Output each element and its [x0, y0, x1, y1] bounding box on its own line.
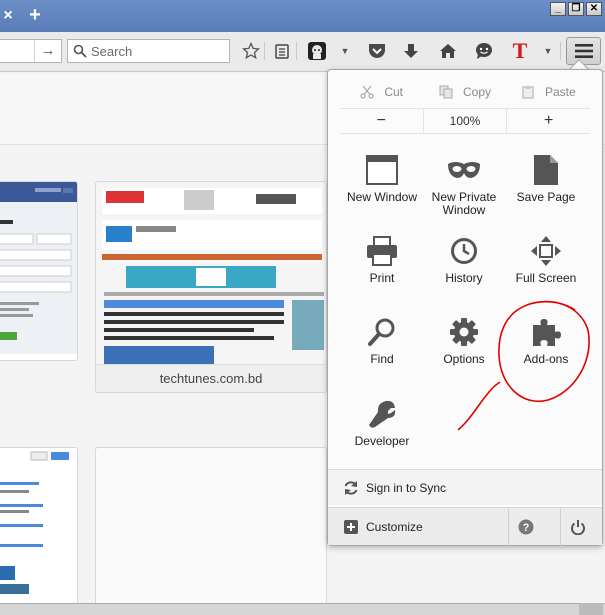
puzzle-icon	[528, 314, 564, 350]
paste-button[interactable]: Paste	[507, 79, 590, 105]
add-ons-label: Add-ons	[523, 352, 569, 366]
customize-button[interactable]: Customize	[328, 508, 500, 546]
new-tab-button[interactable]: +	[24, 4, 46, 26]
copy-icon	[439, 85, 453, 99]
chat-icon[interactable]	[473, 40, 495, 62]
window-controls: _ ❐ ✕	[550, 2, 602, 16]
clock-icon	[446, 233, 482, 269]
toolbar-separator	[560, 42, 561, 60]
print-button[interactable]: Print	[341, 227, 423, 305]
new-private-window-button[interactable]: New Private Window	[423, 146, 505, 224]
resize-grip[interactable]	[579, 603, 603, 615]
copy-label: Copy	[462, 85, 491, 99]
sync-icon	[344, 481, 358, 495]
cut-button[interactable]: Cut	[340, 79, 423, 105]
help-icon: ?	[518, 519, 533, 535]
magnifier-icon	[364, 314, 400, 350]
developer-label: Developer	[354, 434, 410, 448]
home-icon[interactable]	[437, 40, 459, 62]
search-bar[interactable]	[67, 39, 230, 63]
avatar-dropdown-icon[interactable]: ▼	[340, 40, 350, 62]
add-ons-button[interactable]: Add-ons	[505, 308, 587, 386]
zoom-out-button[interactable]: −	[340, 109, 423, 133]
customize-label: Customize	[366, 520, 423, 534]
minimize-button[interactable]: _	[550, 2, 566, 16]
printer-icon	[364, 233, 400, 269]
svg-text:?: ?	[522, 522, 529, 534]
close-window-button[interactable]: ✕	[586, 2, 602, 16]
paste-label: Paste	[544, 85, 576, 99]
wrench-icon	[364, 396, 400, 432]
fullscreen-icon	[528, 233, 564, 269]
text-tool-dropdown-icon[interactable]: ▼	[543, 40, 553, 62]
open-menu-button[interactable]	[566, 37, 601, 65]
quit-button[interactable]	[560, 508, 594, 546]
sign-in-to-sync-button[interactable]: Sign in to Sync	[328, 469, 602, 505]
scissors-icon	[360, 85, 374, 99]
plus-square-icon	[344, 520, 358, 534]
find-button[interactable]: Find	[341, 308, 423, 386]
bookmark-star-icon[interactable]	[240, 40, 262, 62]
new-window-label: New Window	[346, 190, 418, 204]
thumbnail-preview	[96, 182, 326, 366]
print-label: Print	[369, 271, 395, 285]
options-label: Options	[443, 352, 485, 366]
tab-strip: × + _ ❐ ✕	[0, 0, 605, 32]
hamburger-icon	[574, 44, 593, 58]
zoom-in-button[interactable]: +	[507, 109, 590, 133]
find-label: Find	[370, 352, 394, 366]
site-thumbnail[interactable]	[0, 181, 78, 361]
history-button[interactable]: History	[423, 227, 505, 305]
search-icon	[73, 44, 87, 58]
help-button[interactable]: ?	[508, 508, 542, 546]
power-icon	[570, 520, 585, 535]
new-window-button[interactable]: New Window	[341, 146, 423, 224]
reading-list-icon[interactable]	[271, 40, 293, 62]
url-bar[interactable]: →	[0, 39, 62, 63]
site-thumbnail-techtunes[interactable]: techtunes.com.bd	[95, 181, 327, 393]
full-screen-label: Full Screen	[515, 271, 577, 285]
mask-icon	[446, 152, 482, 188]
browser-window: × + _ ❐ ✕ → ▼ T ▼	[0, 0, 605, 615]
app-menu-panel: Cut Copy Paste − 100% + New Window New P…	[327, 69, 603, 546]
thumbnail-caption: techtunes.com.bd	[96, 364, 326, 392]
tab-close-button[interactable]: ×	[0, 7, 16, 25]
sync-label: Sign in to Sync	[366, 481, 447, 495]
site-thumbnail[interactable]	[0, 447, 78, 607]
save-page-button[interactable]: Save Page	[505, 146, 587, 224]
gear-icon	[446, 314, 482, 350]
edit-controls: Cut Copy Paste	[340, 79, 590, 105]
text-tool-icon[interactable]: T	[509, 38, 531, 63]
search-input[interactable]	[91, 42, 226, 60]
thumbnail-preview	[0, 182, 77, 360]
go-button[interactable]: →	[34, 40, 61, 62]
toolbar-separator	[264, 42, 265, 60]
window-icon	[364, 152, 400, 188]
new-private-window-label: New Private Window	[431, 190, 497, 217]
pocket-icon[interactable]	[366, 40, 388, 62]
developer-button[interactable]: Developer	[341, 390, 423, 468]
copy-button[interactable]: Copy	[423, 79, 506, 105]
download-icon[interactable]	[400, 40, 422, 62]
menu-footer: Customize ?	[328, 507, 602, 546]
save-page-label: Save Page	[516, 190, 576, 204]
page-icon	[528, 152, 564, 188]
full-screen-button[interactable]: Full Screen	[505, 227, 587, 305]
clipboard-icon	[522, 86, 534, 99]
status-bar	[0, 603, 605, 615]
restore-button[interactable]: ❐	[568, 2, 584, 16]
zoom-reset-button[interactable]: 100%	[422, 109, 508, 133]
thumbnail-preview	[0, 448, 77, 606]
toolbar-separator	[296, 42, 297, 60]
cut-label: Cut	[384, 85, 403, 99]
zoom-controls: − 100% +	[340, 108, 590, 134]
empty-thumbnail-slot[interactable]	[95, 447, 327, 607]
history-label: History	[445, 271, 483, 285]
options-button[interactable]: Options	[423, 308, 505, 386]
avatar-icon[interactable]	[306, 40, 328, 62]
